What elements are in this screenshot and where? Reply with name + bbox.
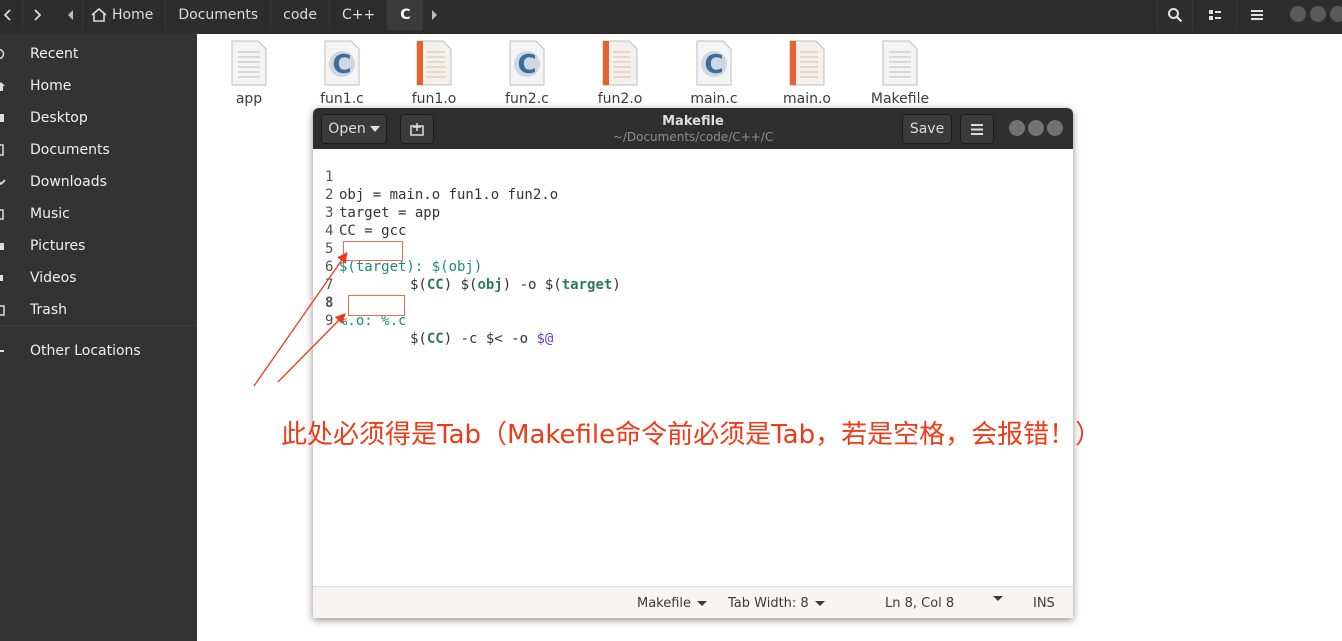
arrow-icon [277,313,346,383]
annotation-arrows [253,251,348,387]
annotation-note: 此处必须得是Tab（Makefile命令前必须是Tab，若是空格，会报错！） [281,420,1102,450]
arrow-icon [253,251,348,387]
